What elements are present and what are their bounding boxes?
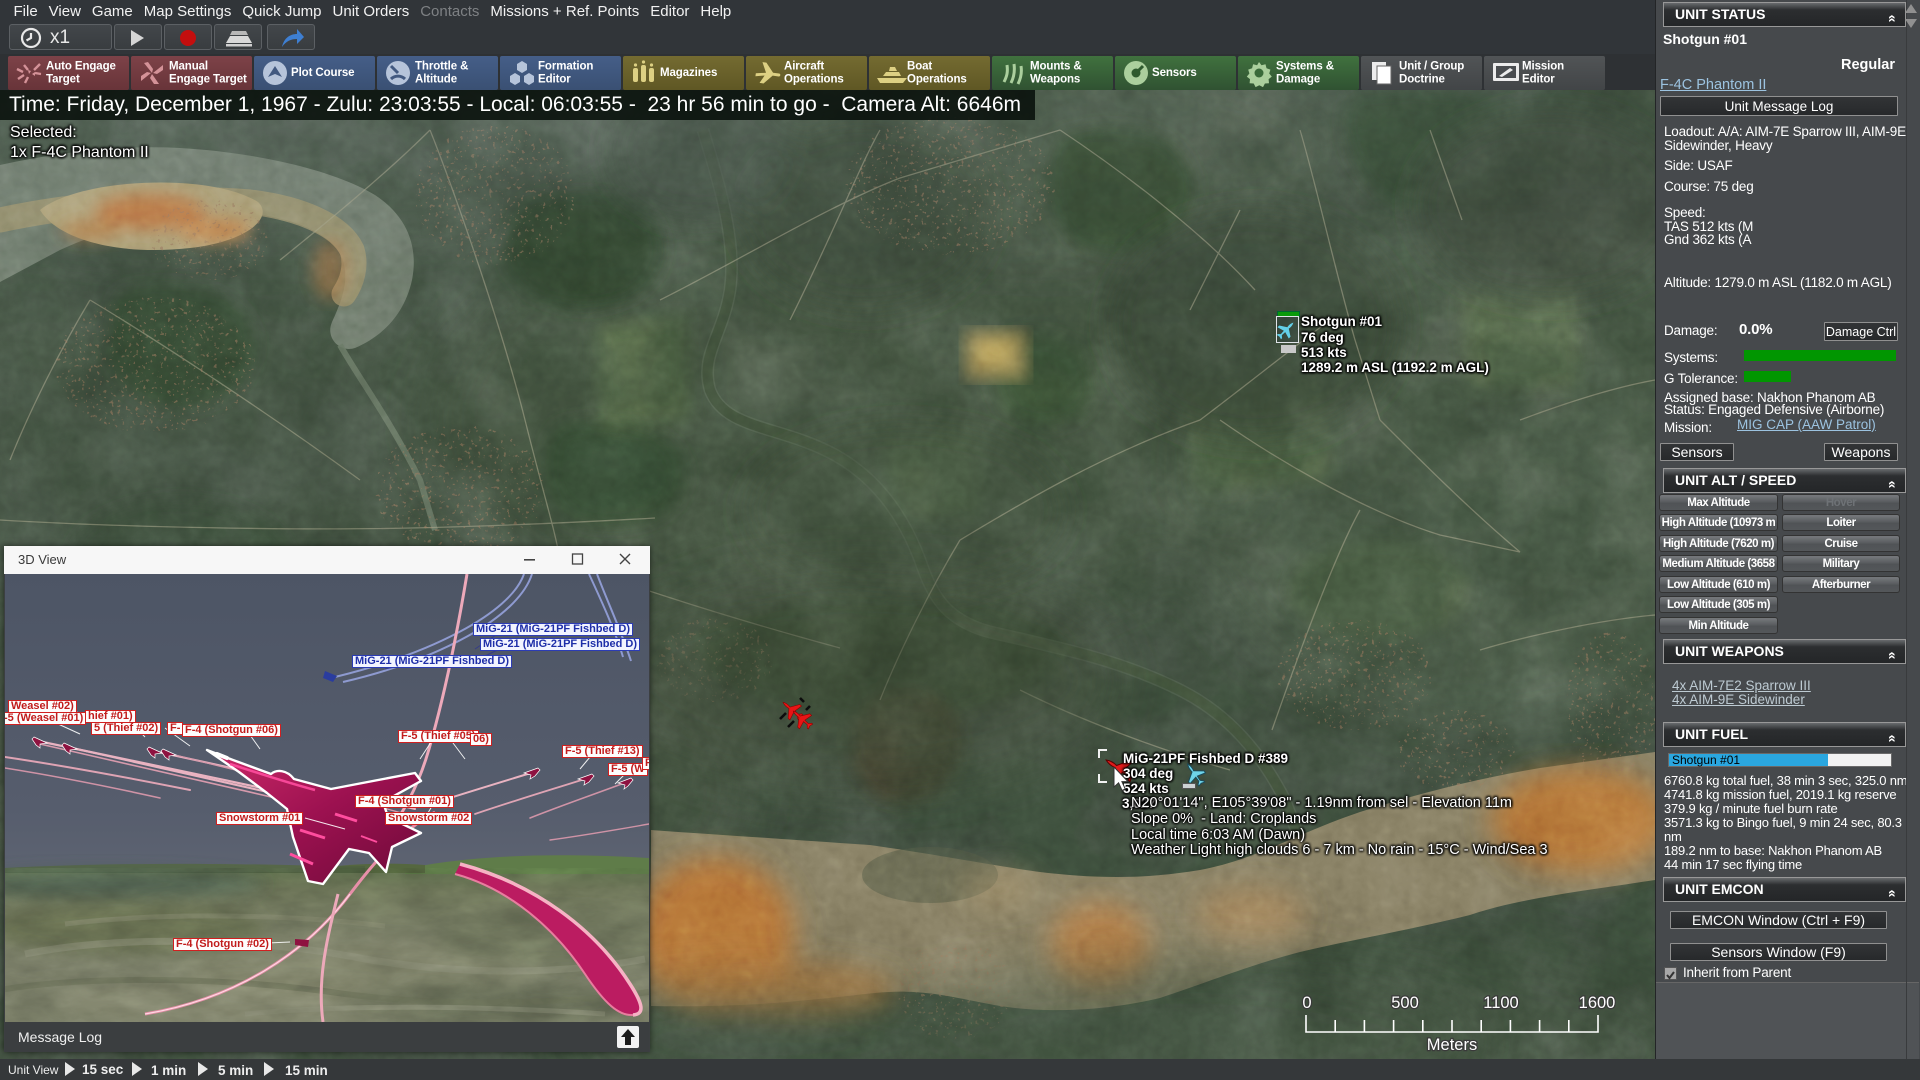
- svg-text:1600: 1600: [1579, 994, 1616, 1012]
- svg-text:Meters: Meters: [1427, 1036, 1477, 1054]
- svg-text:1100: 1100: [1483, 994, 1518, 1012]
- svg-text:500: 500: [1391, 994, 1419, 1012]
- svg-text:0: 0: [1302, 994, 1311, 1012]
